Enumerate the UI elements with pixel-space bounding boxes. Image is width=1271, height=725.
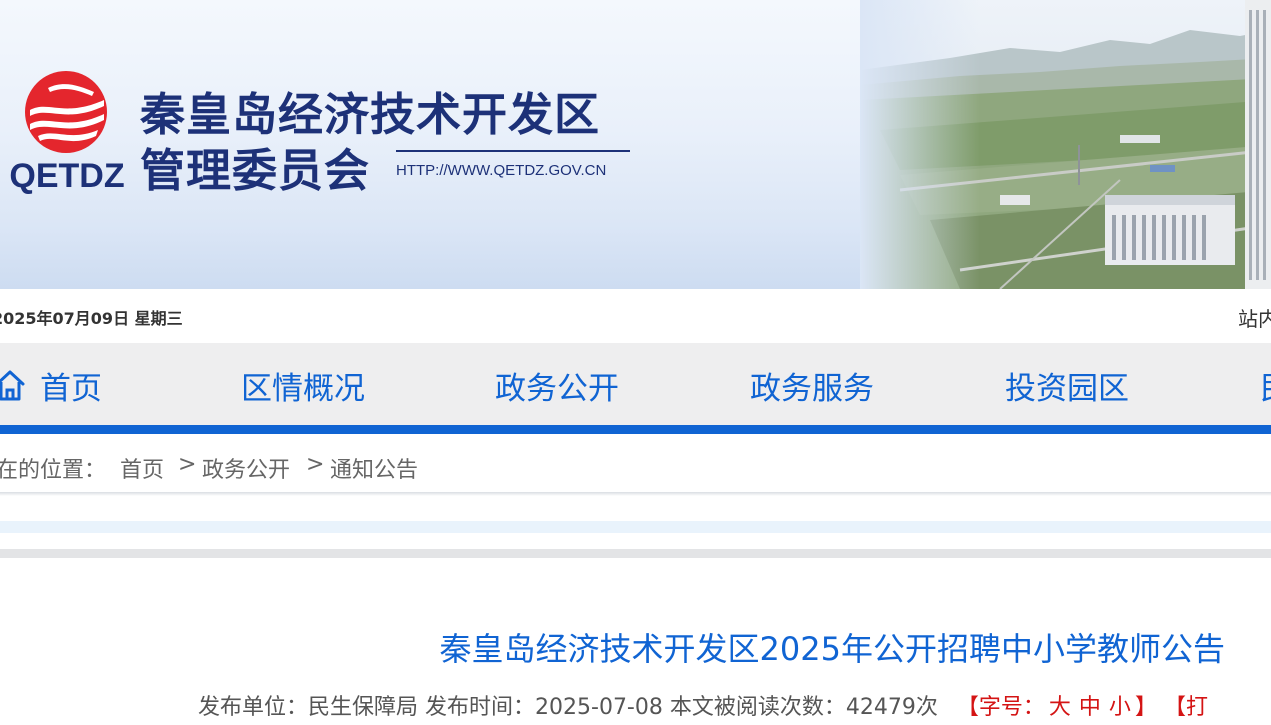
breadcrumb-shadow bbox=[0, 492, 1271, 496]
current-date: 2025年07月09日 星期三 bbox=[0, 309, 183, 328]
article-title: 秦皇岛经济技术开发区2025年公开招聘中小学教师公告 bbox=[439, 630, 1225, 668]
breadcrumb-home[interactable]: 首页 bbox=[120, 452, 164, 484]
top-bar: 2025年07月09日 星期三 站内 bbox=[0, 289, 1271, 343]
breadcrumb: 在的位置： 首页 > 政务公开 > 通知公告 bbox=[0, 434, 1271, 492]
url-divider bbox=[396, 150, 630, 152]
breadcrumb-government-affairs[interactable]: 政务公开 bbox=[202, 452, 290, 484]
font-size-small-button[interactable]: 小 bbox=[1109, 695, 1131, 720]
site-url: HTTP://WWW.QETDZ.GOV.CN bbox=[396, 162, 607, 179]
font-size-close-bracket: 】 bbox=[1134, 695, 1157, 720]
view-count: 本文被阅读次数：42479次 bbox=[669, 695, 938, 720]
divider-strip-light bbox=[0, 521, 1271, 533]
publish-time: 发布时间：2025-07-08 bbox=[425, 695, 663, 720]
font-size-label: 【字号： bbox=[956, 695, 1045, 720]
site-search-label[interactable]: 站内 bbox=[1238, 303, 1271, 332]
print-link-partial[interactable]: 【打 bbox=[1164, 695, 1208, 720]
nav-underline bbox=[0, 425, 1271, 434]
breadcrumb-prefix: 在的位置： bbox=[0, 458, 107, 483]
nav-item-investment-parks[interactable]: 投资园区 bbox=[1005, 363, 1129, 408]
nav-item-government-affairs[interactable]: 政务公开 bbox=[495, 363, 619, 408]
font-size-large-button[interactable]: 大 bbox=[1049, 695, 1071, 720]
nav-item-district-overview[interactable]: 区情概况 bbox=[241, 363, 365, 408]
font-size-medium-button[interactable]: 中 bbox=[1079, 695, 1101, 720]
org-name-line2: 管理委员会 bbox=[140, 144, 371, 197]
nav-item-partial[interactable]: 民 bbox=[1260, 363, 1271, 408]
home-icon[interactable] bbox=[0, 367, 26, 403]
divider-strip-grey bbox=[0, 549, 1271, 558]
logo-wordmark: QETDZ bbox=[9, 157, 124, 195]
nav-item-home[interactable]: 首页 bbox=[40, 363, 102, 408]
qetdz-logo: QETDZ bbox=[9, 71, 125, 195]
breadcrumb-separator: > bbox=[178, 452, 197, 477]
breadcrumb-notices[interactable]: 通知公告 bbox=[330, 452, 418, 484]
publisher: 发布单位：民生保障局 bbox=[198, 695, 419, 720]
main-nav: 首页 区情概况 政务公开 政务服务 投资园区 民 bbox=[0, 343, 1271, 425]
nav-item-government-services[interactable]: 政务服务 bbox=[750, 363, 874, 408]
article-meta: 发布单位：民生保障局 发布时间：2025-07-08 本文被阅读次数：42479… bbox=[198, 689, 1208, 721]
header-banner: QETDZ 秦皇岛经济技术开发区 管理委员会 HTTP://WWW.QETDZ.… bbox=[0, 0, 1271, 289]
breadcrumb-separator: > bbox=[306, 452, 325, 477]
